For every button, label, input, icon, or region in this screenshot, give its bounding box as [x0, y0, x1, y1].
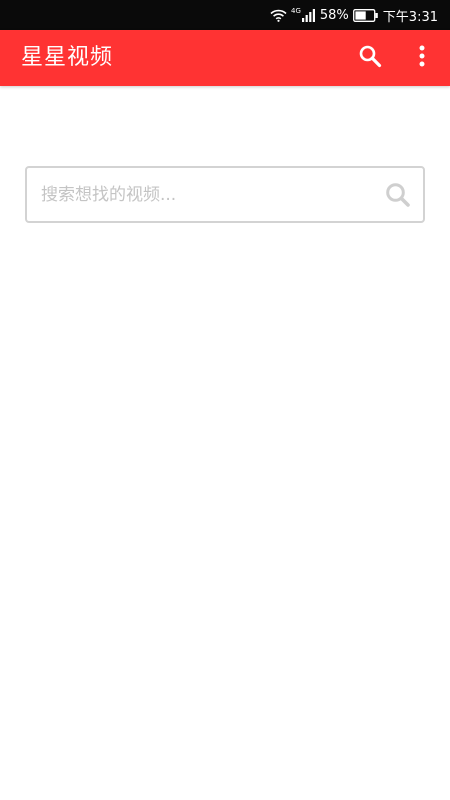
- app-title: 星星视频: [21, 45, 114, 70]
- more-options-button[interactable]: [402, 30, 442, 86]
- more-vert-icon: [419, 45, 425, 71]
- app-bar: 星星视频: [0, 30, 450, 86]
- clock-time: 下午3:31: [382, 9, 438, 25]
- status-icons: 4G 58% 下午3:31: [270, 0, 438, 30]
- search-icon[interactable]: [385, 182, 411, 208]
- battery-percent: 58%: [319, 7, 349, 23]
- status-bar: 4G 58% 下午3:31: [0, 0, 450, 30]
- search-input[interactable]: [41, 168, 361, 221]
- battery-icon: [352, 8, 379, 22]
- signal-icon: [301, 8, 316, 22]
- wifi-icon: [270, 9, 287, 22]
- search-icon: [358, 44, 382, 72]
- network-type-label: 4G: [291, 7, 301, 15]
- search-box: [25, 166, 425, 223]
- search-button[interactable]: [350, 30, 390, 86]
